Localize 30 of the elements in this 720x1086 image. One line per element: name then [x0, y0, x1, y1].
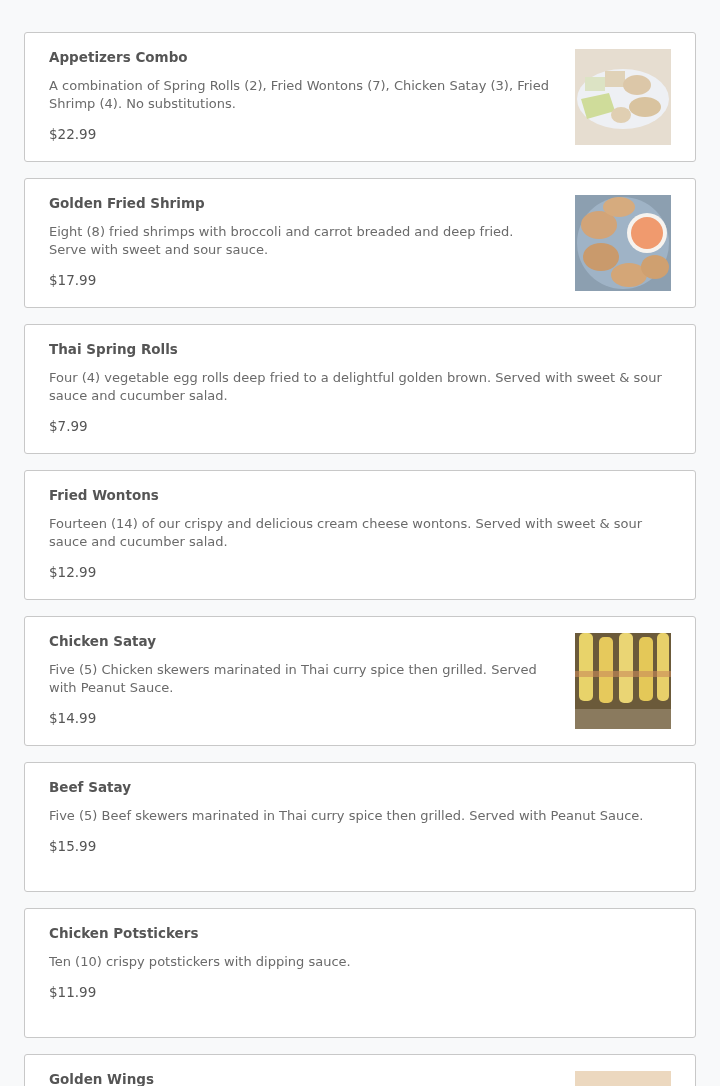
item-description: Five (5) Beef skewers marinated in Thai curry spice then grilled. Served with Peanut Sauce. — [49, 807, 645, 825]
item-name: Appetizers Combo — [49, 49, 189, 65]
item-price: $12.99 — [49, 563, 98, 581]
menu-item-card[interactable]: Golden Wings — [24, 1054, 696, 1086]
item-name: Thai Spring Rolls — [49, 341, 179, 357]
item-name: Beef Satay — [49, 779, 132, 795]
menu-item-card[interactable]: Thai Spring Rolls Four (4) vegetable egg rolls deep fried to a delightful golden brown. Served with sweet & sour sauce and cucumber salad. $7.99 — [24, 324, 696, 454]
menu-item-card[interactable]: Golden Fried Shrimp Eight (8) fried shrimps with broccoli and carrot breaded and deep fried. Serve with sweet and sour sauce. $17.99 — [24, 178, 696, 308]
item-price: $11.99 — [49, 983, 98, 1001]
item-price: $22.99 — [49, 125, 98, 143]
item-price: $17.99 — [49, 271, 98, 289]
menu-item-card[interactable]: Chicken Potstickers Ten (10) crispy potstickers with dipping sauce. $11.99 — [24, 908, 696, 1038]
item-price: $7.99 — [49, 417, 89, 435]
menu-item-card[interactable]: Fried Wontons Fourteen (14) of our crispy and delicious cream cheese wontons. Served with sweet & sour sauce and cucumber salad. $12.99 — [24, 470, 696, 600]
item-name: Fried Wontons — [49, 487, 160, 503]
item-description: Four (4) vegetable egg rolls deep fried to a delightful golden brown. Served with sweet & sour sauce and cucumber salad. — [49, 369, 663, 405]
item-description: Five (5) Chicken skewers marinated in Thai curry spice then grilled. Served with Peanut Sauce. — [49, 661, 538, 697]
item-description: Eight (8) fried shrimps with broccoli and carrot breaded and deep fried. Serve with sweet and sour sauce. — [49, 223, 515, 259]
item-price: $14.99 — [49, 709, 98, 727]
item-price: $15.99 — [49, 837, 98, 855]
item-name: Chicken Satay — [49, 633, 157, 649]
item-description: A combination of Spring Rolls (2), Fried Wontons (7), Chicken Satay (3), Fried Shrimp (4). No substitutions. — [49, 77, 550, 113]
item-name: Golden Wings — [49, 1071, 155, 1086]
item-name: Golden Fried Shrimp — [49, 195, 206, 211]
menu-item-card[interactable]: Appetizers Combo A combination of Spring Rolls (2), Fried Wontons (7), Chicken Satay (3), Fried Shrimp (4). No substitutions. $22.99 — [24, 32, 696, 162]
item-name: Chicken Potstickers — [49, 925, 200, 941]
item-description: Fourteen (14) of our crispy and delicious cream cheese wontons. Served with sweet & sour sauce and cucumber salad. — [49, 515, 644, 551]
menu-item-card[interactable]: Chicken Satay Five (5) Chicken skewers marinated in Thai curry spice then grilled. Served with Peanut Sauce. $14.99 — [24, 616, 696, 746]
menu-item-card[interactable]: Beef Satay Five (5) Beef skewers marinated in Thai curry spice then grilled. Served with Peanut Sauce. $15.99 — [24, 762, 696, 892]
item-description: Ten (10) crispy potstickers with dipping sauce. — [49, 953, 352, 971]
